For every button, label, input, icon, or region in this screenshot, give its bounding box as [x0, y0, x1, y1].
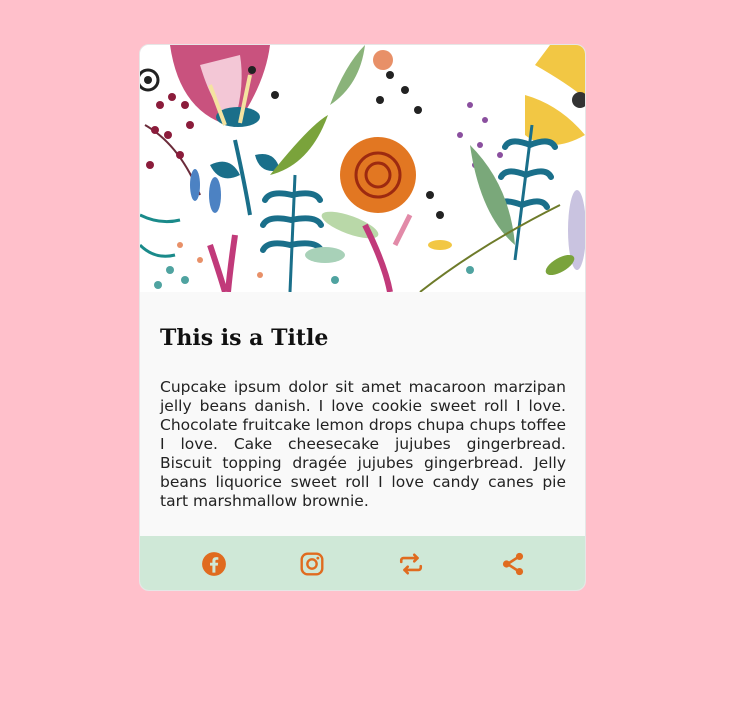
instagram-icon[interactable]	[299, 551, 325, 577]
card-description: Cupcake ipsum dolor sit amet macaroon ma…	[160, 378, 566, 510]
card-footer	[140, 536, 585, 590]
floral-illustration	[140, 45, 585, 292]
repost-icon[interactable]	[398, 551, 424, 577]
card: This is a Title Cupcake ipsum dolor sit …	[139, 44, 586, 591]
share-icon[interactable]	[500, 551, 526, 577]
facebook-icon[interactable]	[201, 551, 227, 577]
card-title: This is a Title	[160, 325, 329, 351]
